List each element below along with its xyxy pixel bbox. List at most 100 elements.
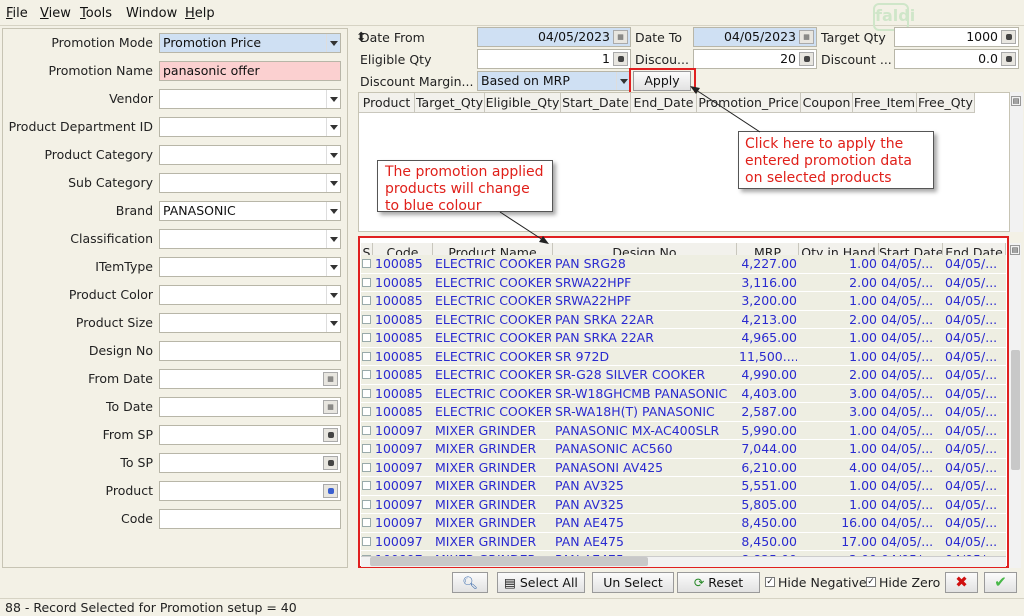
row-select-checkbox[interactable] xyxy=(362,314,371,324)
chevron-down-icon[interactable] xyxy=(326,202,340,220)
code-field[interactable] xyxy=(159,509,341,529)
hide-zero-checkbox[interactable]: ✓ xyxy=(866,577,876,587)
select-all-button[interactable]: ▤ Select All xyxy=(497,572,585,593)
row-select-checkbox[interactable] xyxy=(362,536,371,546)
row-select-checkbox[interactable] xyxy=(362,462,371,472)
column-header-promotion-price[interactable]: Promotion_Price xyxy=(697,93,801,113)
horizontal-scroll-thumb[interactable] xyxy=(370,557,648,566)
row-select-checkbox[interactable] xyxy=(362,407,371,416)
date-to-field[interactable]: 04/05/2023 ▦ xyxy=(693,27,817,47)
column-header-free-qty[interactable]: Free_Qty xyxy=(917,93,975,113)
date-from-field[interactable]: 04/05/2023 ▦ xyxy=(477,27,631,47)
sub-category-field[interactable] xyxy=(159,173,341,193)
hide-negative-checkbox[interactable]: ✓ xyxy=(765,577,775,587)
row-select-checkbox[interactable] xyxy=(362,425,371,435)
picker-icon[interactable] xyxy=(323,484,338,498)
product-row[interactable]: 100085 ELECTRIC COOKER SRWA22HPF 3,116.00 2.… xyxy=(361,273,1006,292)
chevron-down-icon[interactable] xyxy=(326,286,340,304)
preview-button[interactable]: 🔍︎ xyxy=(452,572,488,593)
row-select-checkbox[interactable] xyxy=(362,499,371,509)
promotion-name-field[interactable]: panasonic offer xyxy=(159,61,341,81)
menu-window[interactable]: Window xyxy=(126,6,177,21)
column-header-coupon[interactable]: Coupon xyxy=(801,93,853,113)
product-row[interactable]: 100085 ELECTRIC COOKER PAN SRKA 22AR 4,965.… xyxy=(361,329,1006,348)
column-chooser-icon[interactable]: ▤ xyxy=(1011,96,1021,106)
product-row[interactable]: 100097 MIXER GRINDER PAN AV325 5,551.00 1.00… xyxy=(361,477,1006,496)
product-row[interactable]: 100085 ELECTRIC COOKER SR-WA18H(T) PANASON… xyxy=(361,403,1006,422)
product-row[interactable]: 100097 MIXER GRINDER PANASONIC MX-AC400SLR… xyxy=(361,421,1006,440)
product-row[interactable]: 100085 ELECTRIC COOKER SR-G28 SILVER COOKE… xyxy=(361,366,1006,385)
spin-icon[interactable] xyxy=(323,428,338,442)
vertical-scroll-thumb[interactable] xyxy=(1011,350,1020,470)
row-select-checkbox[interactable] xyxy=(362,481,371,490)
cancel-button[interactable]: ✖ xyxy=(945,572,978,593)
spin-icon[interactable] xyxy=(799,52,814,66)
product-row[interactable]: 100085 ELECTRIC COOKER SR 972D 11,500.... 1.… xyxy=(361,347,1006,366)
target-qty-field[interactable]: 1000 xyxy=(894,27,1019,47)
chevron-down-icon[interactable] xyxy=(326,146,340,164)
row-select-checkbox[interactable] xyxy=(362,333,371,342)
product-row[interactable]: 100085 ELECTRIC COOKER PAN SRG28 4,227.00 1.… xyxy=(361,255,1006,274)
calendar-icon[interactable]: ▦ xyxy=(613,30,628,44)
product-row[interactable]: 100085 ELECTRIC COOKER PAN SRKA 22AR 4,213.… xyxy=(361,310,1006,329)
promo-grid-scrollbar[interactable]: ▤ xyxy=(1010,92,1023,232)
from-sp-field[interactable] xyxy=(159,425,341,445)
products-grid[interactable]: S Code Product Name Design No MRP Qty in Hand… xyxy=(361,243,1006,556)
chevron-down-icon[interactable] xyxy=(326,174,340,192)
ok-button[interactable]: ✔ xyxy=(984,572,1017,593)
discount-margin-select[interactable]: Based on MRP xyxy=(477,71,631,91)
spin-icon[interactable] xyxy=(613,52,628,66)
spin-icon[interactable] xyxy=(1001,52,1016,66)
row-select-checkbox[interactable] xyxy=(362,444,371,453)
menu-help[interactable]: Help xyxy=(185,6,215,21)
column-header-target-qty[interactable]: Target_Qty xyxy=(415,93,485,113)
menu-file[interactable]: File xyxy=(6,6,28,21)
menu-tools[interactable]: Tools xyxy=(80,6,112,21)
design-no-field[interactable] xyxy=(159,341,341,361)
chevron-down-icon[interactable] xyxy=(326,314,340,332)
chevron-down-icon[interactable] xyxy=(326,230,340,248)
vendor-field[interactable] xyxy=(159,89,341,109)
row-select-checkbox[interactable] xyxy=(362,277,371,287)
calendar-icon[interactable]: ▦ xyxy=(323,372,338,386)
unselect-button[interactable]: Un Select xyxy=(592,572,674,593)
product-size-field[interactable] xyxy=(159,313,341,333)
calendar-icon[interactable]: ▦ xyxy=(799,30,814,44)
chevron-down-icon[interactable] xyxy=(326,34,340,52)
product-row[interactable]: 100085 ELECTRIC COOKER SR-W18GHCMB PANASON… xyxy=(361,384,1006,403)
row-select-checkbox[interactable] xyxy=(362,296,371,305)
calendar-icon[interactable]: ▦ xyxy=(323,400,338,414)
product-row[interactable]: 100097 MIXER GRINDER PANASONIC AC560 7,044.… xyxy=(361,440,1006,459)
column-header-eligible-qty[interactable]: Eligible_Qty xyxy=(485,93,561,113)
column-header-end-date[interactable]: End_Date xyxy=(631,93,697,113)
from-date-field[interactable]: ▦ xyxy=(159,369,341,389)
promotion-mode-field[interactable]: Promotion Price xyxy=(159,33,341,53)
row-select-checkbox[interactable] xyxy=(362,351,371,361)
chevron-down-icon[interactable] xyxy=(616,72,630,90)
product-row[interactable]: 100085 ELECTRIC COOKER SRWA22HPF 3,200.00 1.… xyxy=(361,292,1006,311)
column-header-free-item[interactable]: Free_Item xyxy=(853,93,917,113)
to-sp-field[interactable] xyxy=(159,453,341,473)
to-date-field[interactable]: ▦ xyxy=(159,397,341,417)
brand-field[interactable]: PANASONIC xyxy=(159,201,341,221)
classification-field[interactable] xyxy=(159,229,341,249)
chevron-down-icon[interactable] xyxy=(326,90,340,108)
itemtype-field[interactable] xyxy=(159,257,341,277)
product-field[interactable] xyxy=(159,481,341,501)
spin-icon[interactable] xyxy=(1001,30,1016,44)
reset-button[interactable]: ⟳ Reset xyxy=(677,572,760,593)
row-select-checkbox[interactable] xyxy=(362,370,371,379)
column-chooser-icon[interactable]: ▤ xyxy=(1010,245,1020,255)
row-select-checkbox[interactable] xyxy=(362,388,371,398)
product-row[interactable]: 100097 MIXER GRINDER PAN AE475 8,450.00 17.0… xyxy=(361,532,1006,551)
menu-view[interactable]: View xyxy=(40,6,71,21)
product-row[interactable]: 100097 MIXER GRINDER PANASONI AV425 6,210.0… xyxy=(361,458,1006,477)
column-header-start-date[interactable]: Start_Date xyxy=(561,93,631,113)
row-select-checkbox[interactable] xyxy=(362,259,371,268)
spin-icon[interactable] xyxy=(323,456,338,470)
product-department-id-field[interactable] xyxy=(159,117,341,137)
chevron-down-icon[interactable] xyxy=(326,258,340,276)
chevron-down-icon[interactable] xyxy=(326,118,340,136)
column-header-product[interactable]: Product xyxy=(359,93,415,113)
discount-field[interactable]: 20 xyxy=(693,49,817,69)
